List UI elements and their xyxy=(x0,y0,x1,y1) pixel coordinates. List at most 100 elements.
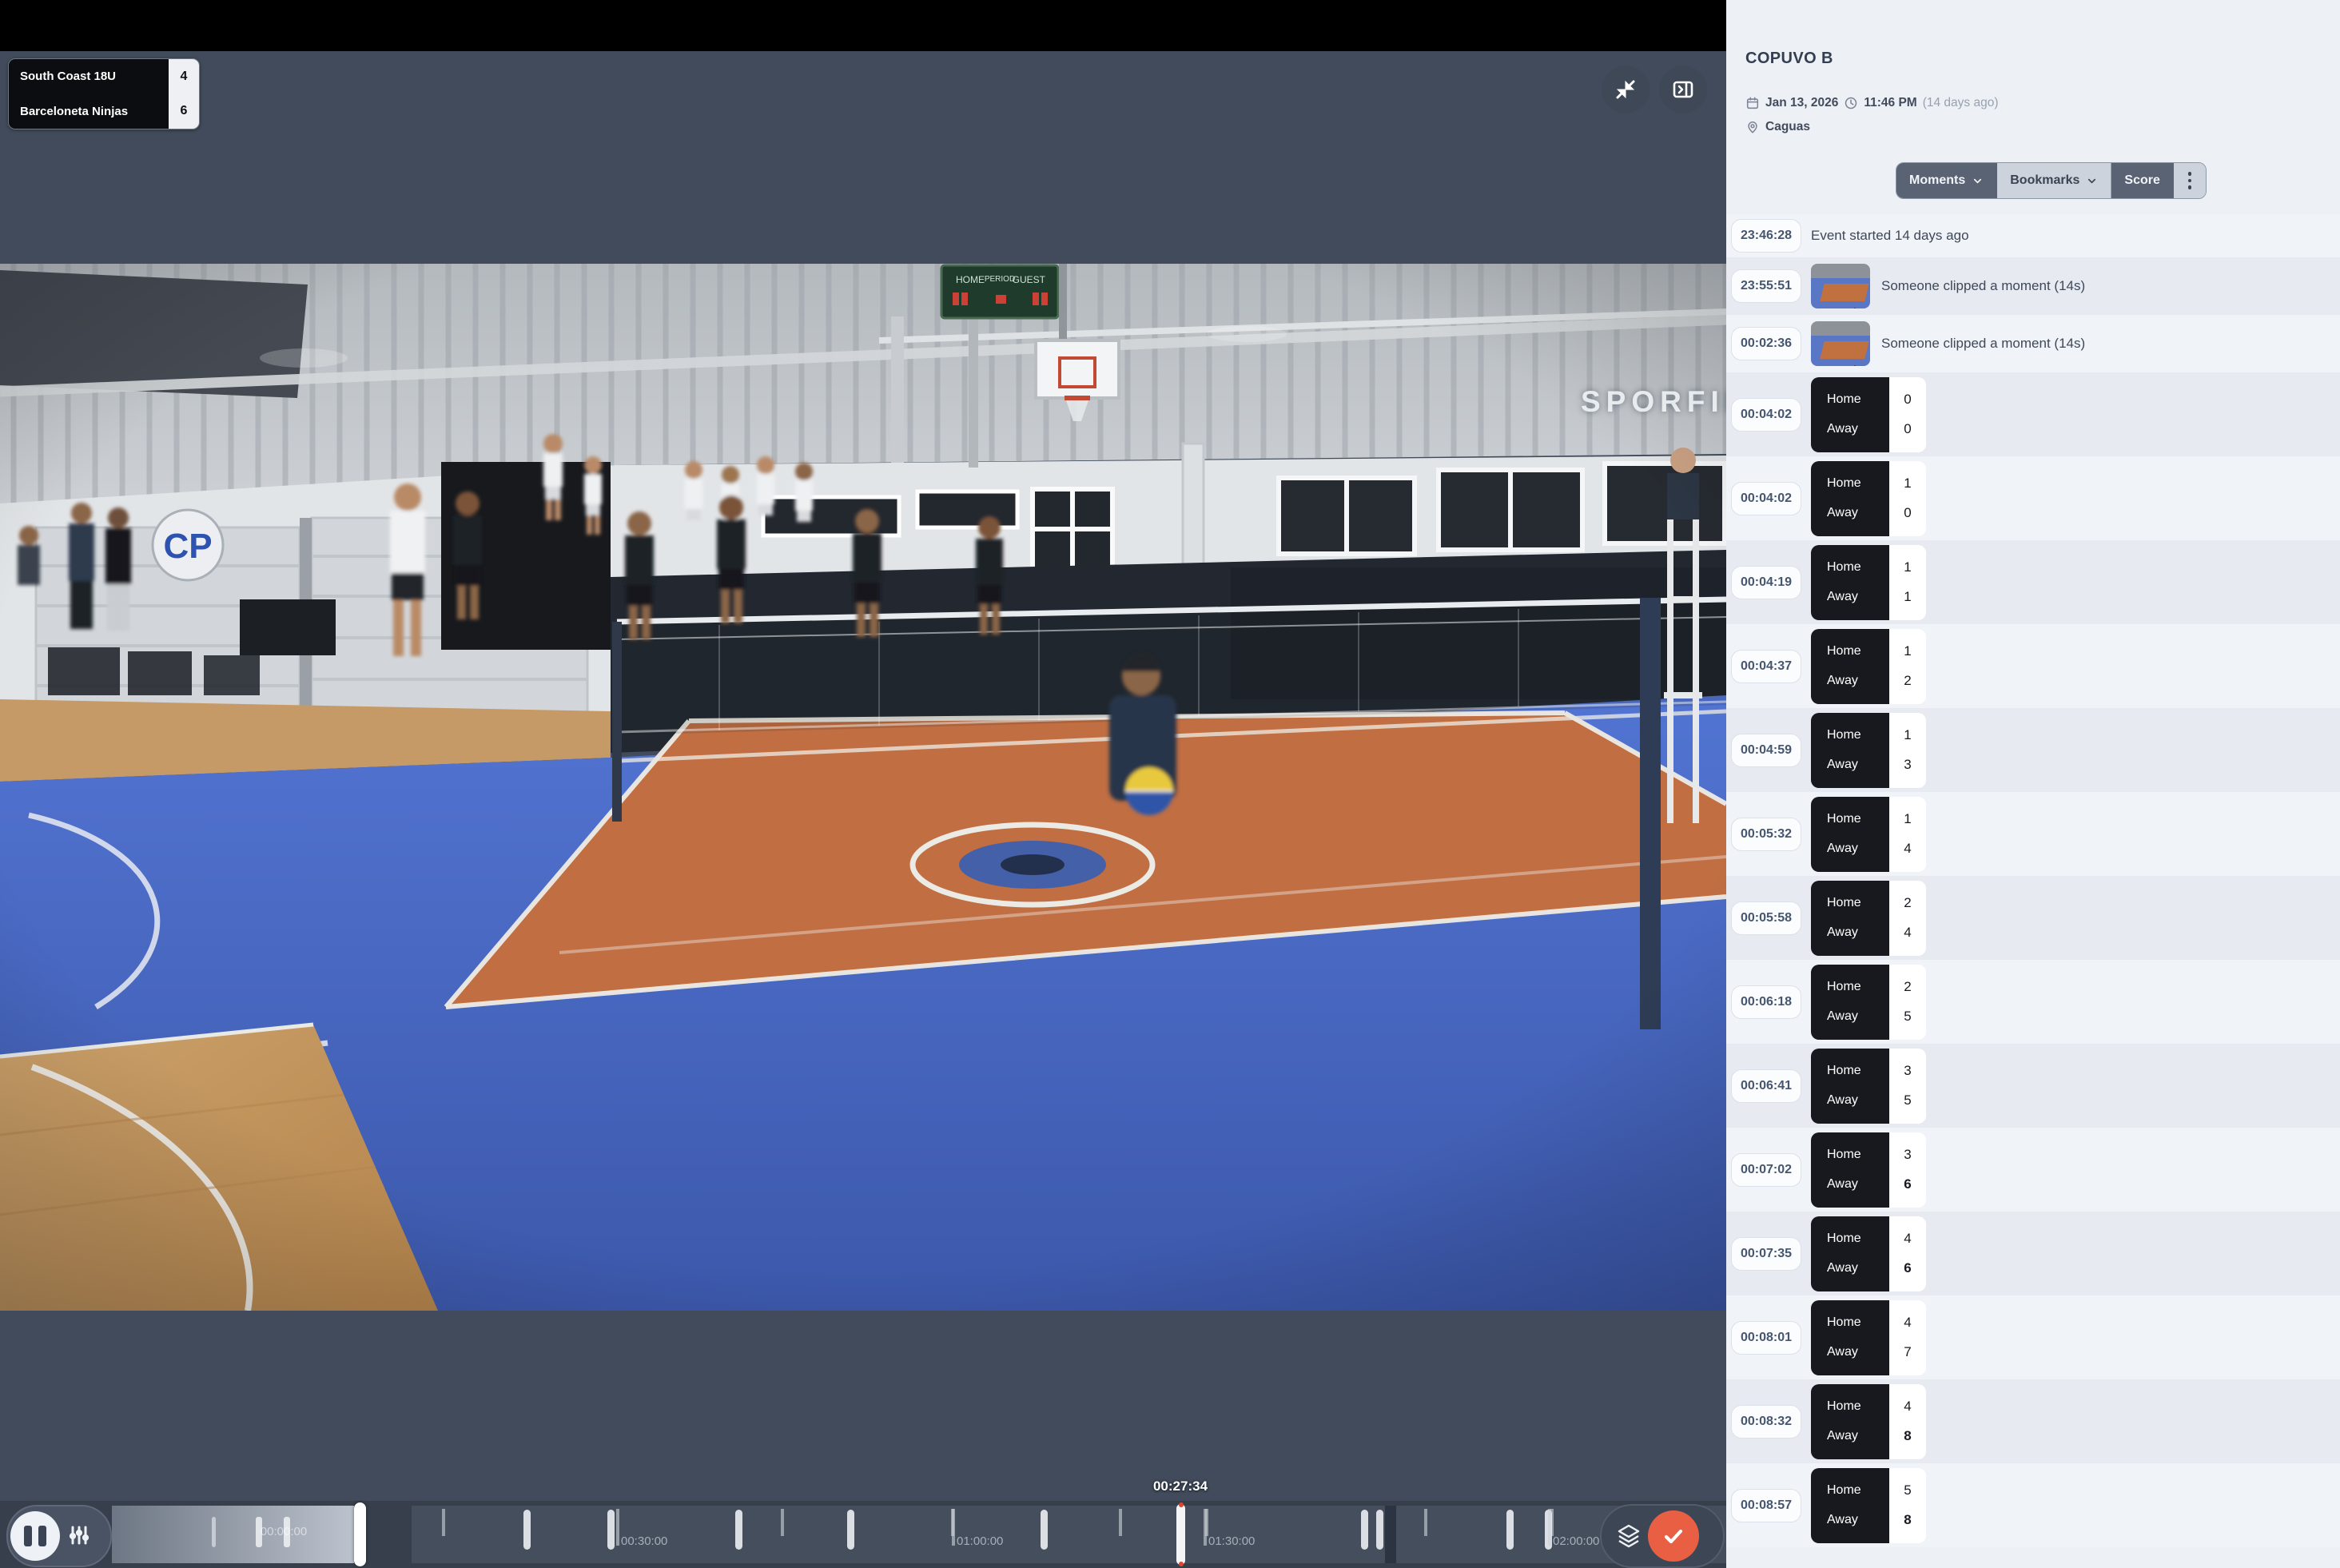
score-card[interactable]: HomeAway48 xyxy=(1811,1384,1926,1459)
event-body: HomeAway36 xyxy=(1811,1132,1926,1208)
score-card[interactable]: HomeAway25 xyxy=(1811,965,1926,1040)
event-row[interactable]: 00:04:02 HomeAway10 xyxy=(1726,456,2340,540)
score-card-labels: HomeAway xyxy=(1811,461,1889,536)
event-body: HomeAway46 xyxy=(1811,1216,1926,1291)
timeline-scrubber[interactable]: 00:30:0001:00:0001:30:0002:00:00 xyxy=(412,1506,1726,1563)
score-card[interactable]: HomeAway13 xyxy=(1811,713,1926,788)
home-score: 4 xyxy=(1904,1315,1911,1331)
toggle-sidebar-button[interactable] xyxy=(1659,66,1707,113)
event-row[interactable]: 00:05:58HomeAway24 xyxy=(1726,876,2340,960)
event-row[interactable]: 00:06:41HomeAway35 xyxy=(1726,1044,2340,1128)
away-label: Away xyxy=(1827,422,1889,436)
event-row[interactable]: 00:07:02 HomeAway36 xyxy=(1726,1128,2340,1212)
away-score: 4 xyxy=(1904,841,1911,857)
score-card[interactable]: HomeAway10 xyxy=(1811,461,1926,536)
score-card[interactable]: HomeAway24 xyxy=(1811,881,1926,956)
event-row[interactable]: 23:55:51Someone clipped a moment (14s) xyxy=(1726,257,2340,315)
event-row[interactable]: 00:02:36Someone clipped a moment (14s) xyxy=(1726,315,2340,372)
event-row[interactable]: 00:07:35 HomeAway46 xyxy=(1726,1212,2340,1295)
moment-marker xyxy=(1506,1510,1514,1550)
timeline-tick xyxy=(1119,1509,1122,1536)
event-row[interactable]: 23:46:28Event started 14 days ago xyxy=(1726,214,2340,257)
score-card-values: 12 xyxy=(1889,629,1926,704)
event-timestamp: 00:02:36 xyxy=(1731,327,1801,360)
away-score: 0 xyxy=(1904,505,1911,521)
confirm-button[interactable] xyxy=(1648,1510,1699,1562)
timeline-minimap[interactable]: 00:00:00 xyxy=(112,1506,354,1563)
score-card[interactable]: HomeAway35 xyxy=(1811,1049,1926,1124)
timeline-gap xyxy=(1385,1506,1396,1563)
event-body: HomeAway12 xyxy=(1811,629,1926,704)
playhead[interactable] xyxy=(1176,1504,1185,1565)
event-timestamp: 00:07:02 xyxy=(1731,1153,1801,1187)
away-score: 7 xyxy=(1904,1344,1911,1360)
away-label: Away xyxy=(1827,1261,1889,1275)
clock-icon xyxy=(1844,96,1858,110)
video-frame[interactable]: CP HOME PERIOD GUEST xyxy=(0,264,1726,1311)
sidebar-panel-icon xyxy=(1670,77,1696,102)
event-timestamp: 00:04:19 xyxy=(1731,566,1801,599)
timeline-settings-button[interactable] xyxy=(66,1522,92,1550)
home-label: Home xyxy=(1827,1483,1889,1498)
layers-button[interactable] xyxy=(1614,1521,1643,1552)
score-card[interactable]: HomeAway00 xyxy=(1811,377,1926,452)
score-card[interactable]: HomeAway46 xyxy=(1811,1216,1926,1291)
timeline-label-tick xyxy=(1548,1509,1551,1546)
event-datetime: Jan 13, 2026 11:46 PM (14 days ago) xyxy=(1745,96,1999,110)
home-score: 3 xyxy=(1904,1063,1911,1079)
away-label: Away xyxy=(1827,1009,1889,1024)
home-label: Home xyxy=(1827,560,1889,575)
score-card-labels: HomeAway xyxy=(1811,1216,1889,1291)
away-score: 3 xyxy=(1904,757,1911,773)
event-relative-time: (14 days ago) xyxy=(1923,96,1999,110)
pause-button[interactable] xyxy=(10,1511,60,1561)
moments-button[interactable]: Moments xyxy=(1896,163,1997,198)
event-row[interactable]: 00:08:01HomeAway47 xyxy=(1726,1295,2340,1379)
score-card[interactable]: HomeAway36 xyxy=(1811,1132,1926,1208)
bookmarks-button[interactable]: Bookmarks xyxy=(1997,163,2111,198)
location-pin-icon xyxy=(1745,120,1760,134)
more-options-button[interactable] xyxy=(2174,163,2207,198)
away-score: 2 xyxy=(1904,673,1911,689)
home-label: Home xyxy=(1827,1315,1889,1330)
score-card-labels: HomeAway xyxy=(1811,965,1889,1040)
event-text: Event started 14 days ago xyxy=(1811,228,1969,244)
score-card[interactable]: HomeAway58 xyxy=(1811,1468,1926,1543)
score-card[interactable]: HomeAway12 xyxy=(1811,629,1926,704)
event-row[interactable]: 00:04:37 HomeAway12 xyxy=(1726,624,2340,708)
event-thumbnail[interactable] xyxy=(1811,321,1870,366)
score-button[interactable]: Score xyxy=(2111,163,2173,198)
away-score: 8 xyxy=(1904,1428,1911,1444)
score-card[interactable]: HomeAway47 xyxy=(1811,1300,1926,1375)
away-score: 0 xyxy=(1904,421,1911,437)
event-row[interactable]: 00:04:59HomeAway13 xyxy=(1726,708,2340,792)
timeline-actions-pill xyxy=(1600,1504,1725,1568)
event-row[interactable]: 00:04:02HomeAway00 xyxy=(1726,372,2340,456)
score-card[interactable]: HomeAway14 xyxy=(1811,797,1926,872)
event-timestamp: 00:04:37 xyxy=(1731,650,1801,683)
home-score: 1 xyxy=(1904,811,1911,827)
event-body: HomeAway14 xyxy=(1811,797,1926,872)
score-card-values: 48 xyxy=(1889,1384,1926,1459)
score-card[interactable]: HomeAway11 xyxy=(1811,545,1926,620)
toolbar-button-label: Score xyxy=(2124,173,2159,188)
minimap-handle[interactable] xyxy=(354,1502,366,1566)
video-player[interactable]: CP HOME PERIOD GUEST xyxy=(0,0,1726,1568)
event-timestamp: 00:04:02 xyxy=(1731,482,1801,515)
event-row[interactable]: 00:05:32HomeAway14 xyxy=(1726,792,2340,876)
event-row[interactable]: 00:08:57HomeAway58 xyxy=(1726,1463,2340,1547)
sporfie-watermark: SPORFIE xyxy=(1581,385,1726,419)
score-card-values: 10 xyxy=(1889,461,1926,536)
home-label: Home xyxy=(1827,644,1889,659)
event-timestamp: 00:07:35 xyxy=(1731,1237,1801,1271)
event-row[interactable]: 00:06:18HomeAway25 xyxy=(1726,960,2340,1044)
event-body: HomeAway35 xyxy=(1811,1049,1926,1124)
away-label: Away xyxy=(1827,1177,1889,1192)
scoreboard-overlay: South Coast 18U4Barceloneta Ninjas6 xyxy=(8,58,200,129)
event-row[interactable]: 00:08:32HomeAway48 xyxy=(1726,1379,2340,1463)
score-card-values: 25 xyxy=(1889,965,1926,1040)
exit-fullscreen-button[interactable] xyxy=(1602,66,1650,113)
event-row[interactable]: 00:04:19 HomeAway11 xyxy=(1726,540,2340,624)
event-thumbnail[interactable] xyxy=(1811,264,1870,308)
video-scene: CP HOME PERIOD GUEST xyxy=(0,264,1726,1311)
